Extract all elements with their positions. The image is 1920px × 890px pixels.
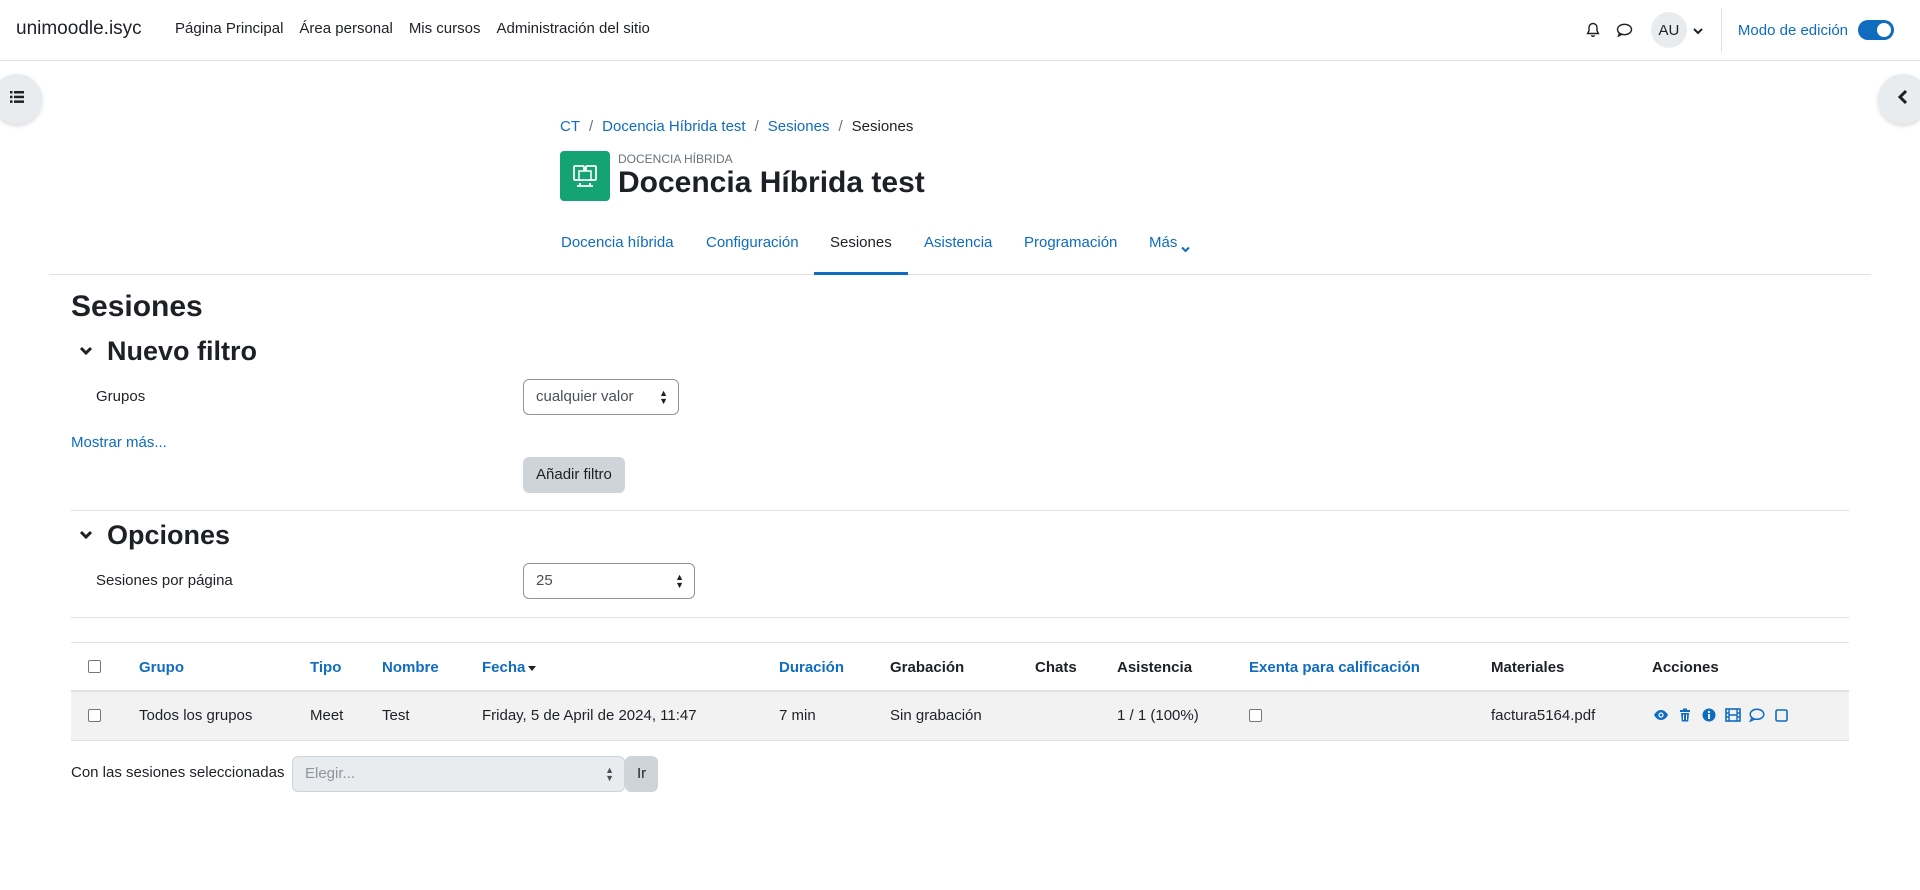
- sessions-per-page-label: Sesiones por página: [96, 572, 233, 589]
- navbar-divider: [1720, 8, 1722, 52]
- exenta-checkbox[interactable]: [1249, 709, 1262, 722]
- breadcrumb-separator: /: [838, 118, 843, 135]
- column-header-duracion[interactable]: Duración: [779, 659, 844, 676]
- bulk-action-select[interactable]: Elegir... ▲ ▼: [292, 756, 625, 792]
- column-header-nombre[interactable]: Nombre: [382, 659, 439, 676]
- bell-icon[interactable]: [1577, 14, 1609, 46]
- square-icon[interactable]: [1772, 706, 1790, 724]
- cell-grupo: Todos los grupos: [139, 707, 253, 724]
- messages-icon[interactable]: [1609, 14, 1641, 46]
- groups-label: Grupos: [96, 388, 146, 405]
- sessions-per-page-value: 25: [536, 572, 553, 589]
- material-link[interactable]: factura5164.pdf: [1491, 707, 1595, 724]
- select-arrows-icon: ▲ ▼: [675, 572, 684, 590]
- block-drawer-toggle[interactable]: [1878, 74, 1920, 124]
- column-header-asistencia: Asistencia: [1117, 659, 1193, 676]
- nav-link-dashboard[interactable]: Área personal: [299, 20, 392, 37]
- cell-duracion: 7 min: [779, 707, 816, 724]
- filter-section-title: Nuevo filtro: [107, 336, 258, 366]
- column-header-fecha[interactable]: Fecha: [482, 659, 537, 676]
- edit-mode-switch[interactable]: Modo de edición: [1738, 20, 1894, 40]
- tab-sesiones[interactable]: Sesiones: [814, 222, 908, 275]
- tab-docencia-hibrida[interactable]: Docencia híbrida: [561, 222, 674, 275]
- course-index-toggle[interactable]: [0, 74, 42, 124]
- tab-mas-label: Más: [1149, 234, 1178, 251]
- bulk-action-placeholder: Elegir...: [305, 765, 356, 782]
- column-header-tipo[interactable]: Tipo: [310, 659, 341, 676]
- nav-link-site-admin[interactable]: Administración del sitio: [497, 20, 650, 37]
- options-section-title: Opciones: [107, 520, 231, 550]
- groups-select-value: cualquier valor: [536, 388, 634, 405]
- comment-icon[interactable]: [1748, 706, 1766, 724]
- trash-icon[interactable]: [1676, 706, 1694, 724]
- sessions-per-page-select[interactable]: 25 ▲ ▼: [523, 563, 695, 599]
- edit-mode-label: Modo de edición: [1737, 21, 1848, 39]
- column-header-grabacion: Grabación: [890, 659, 965, 676]
- tab-asistencia[interactable]: Asistencia: [924, 222, 992, 275]
- cell-fecha: Friday, 5 de April de 2024, 11:47: [482, 707, 697, 724]
- activity-icon: [560, 151, 610, 201]
- row-select-checkbox[interactable]: [88, 709, 101, 722]
- tab-programacion[interactable]: Programación: [1024, 222, 1117, 275]
- table-header-row: Grupo Tipo Nombre Fecha Duración Grabaci…: [71, 642, 1849, 692]
- cell-nombre: Test: [382, 707, 410, 724]
- select-arrows-icon: ▲ ▼: [659, 388, 668, 406]
- column-header-materiales: Materiales: [1491, 659, 1565, 676]
- avatar[interactable]: AU: [1650, 12, 1687, 48]
- chevron-down-icon[interactable]: [1693, 22, 1703, 39]
- breadcrumb: CT / Docencia Híbrida test / Sesiones / …: [560, 118, 913, 135]
- section-heading: Sesiones: [71, 290, 203, 323]
- add-filter-button[interactable]: Añadir filtro: [523, 457, 625, 493]
- eye-icon[interactable]: [1652, 706, 1670, 724]
- info-icon[interactable]: [1700, 706, 1718, 724]
- bulk-action-label: Con las sesiones seleccionadas: [71, 764, 285, 781]
- column-header-exenta[interactable]: Exenta para calificación: [1249, 659, 1420, 676]
- nav-link-home[interactable]: Página Principal: [175, 20, 283, 37]
- navbar-right: AU Modo de edición: [1577, 0, 1920, 60]
- breadcrumb-item-course[interactable]: Docencia Híbrida test: [602, 118, 745, 135]
- row-actions: [1652, 706, 1790, 724]
- column-header-chats: Chats: [1035, 659, 1077, 676]
- select-all-checkbox[interactable]: [88, 660, 101, 673]
- user-menu[interactable]: AU: [1650, 12, 1703, 48]
- breadcrumb-separator: /: [754, 118, 759, 135]
- top-navbar: unimoodle.isyc Página Principal Área per…: [0, 0, 1920, 61]
- list-icon: [8, 90, 26, 108]
- edit-mode-toggle[interactable]: [1858, 20, 1894, 40]
- breadcrumb-separator: /: [589, 118, 594, 135]
- cell-asistencia: 1 / 1 (100%): [1117, 707, 1199, 724]
- tab-mas[interactable]: Más: [1149, 222, 1191, 275]
- cell-tipo: Meet: [310, 707, 344, 724]
- table-row: Todos los grupos Meet Test Friday, 5 de …: [71, 692, 1849, 741]
- divider: [71, 510, 1849, 511]
- breadcrumb-current: Sesiones: [851, 118, 914, 135]
- column-header-fecha-label: Fecha: [482, 659, 526, 676]
- breadcrumb-item-ct[interactable]: CT: [560, 118, 580, 135]
- filter-section-header[interactable]: Nuevo filtro: [79, 336, 257, 367]
- secondary-navigation: Docencia híbrida Configuración Sesiones …: [49, 222, 1871, 275]
- chevron-down-icon: [1181, 234, 1191, 257]
- groups-select[interactable]: cualquier valor ▲ ▼: [523, 379, 679, 415]
- go-button[interactable]: Ir: [625, 756, 659, 792]
- show-more-link[interactable]: Mostrar más...: [71, 434, 167, 451]
- column-header-grupo[interactable]: Grupo: [139, 659, 184, 676]
- site-brand[interactable]: unimoodle.isyc: [16, 18, 142, 40]
- film-icon[interactable]: [1724, 706, 1742, 724]
- cell-grabacion: Sin grabación: [890, 707, 982, 724]
- select-arrows-icon: ▲ ▼: [605, 765, 614, 783]
- tab-configuracion[interactable]: Configuración: [706, 222, 799, 275]
- primary-navigation: Página Principal Área personal Mis curso…: [175, 20, 666, 37]
- page-title: Docencia Híbrida test: [618, 166, 925, 199]
- divider: [71, 617, 1849, 618]
- sessions-table: Grupo Tipo Nombre Fecha Duración Grabaci…: [71, 642, 1849, 741]
- options-section-header[interactable]: Opciones: [79, 520, 230, 551]
- column-header-acciones: Acciones: [1652, 659, 1719, 676]
- activity-type-label: DOCENCIA HÍBRIDA: [618, 152, 733, 166]
- chevron-down-icon[interactable]: [79, 527, 93, 544]
- sort-desc-icon: [527, 659, 537, 676]
- breadcrumb-item-sessions[interactable]: Sesiones: [768, 118, 830, 135]
- chevron-left-icon: [1897, 89, 1909, 109]
- nav-link-my-courses[interactable]: Mis cursos: [409, 20, 481, 37]
- chevron-down-icon[interactable]: [79, 343, 93, 360]
